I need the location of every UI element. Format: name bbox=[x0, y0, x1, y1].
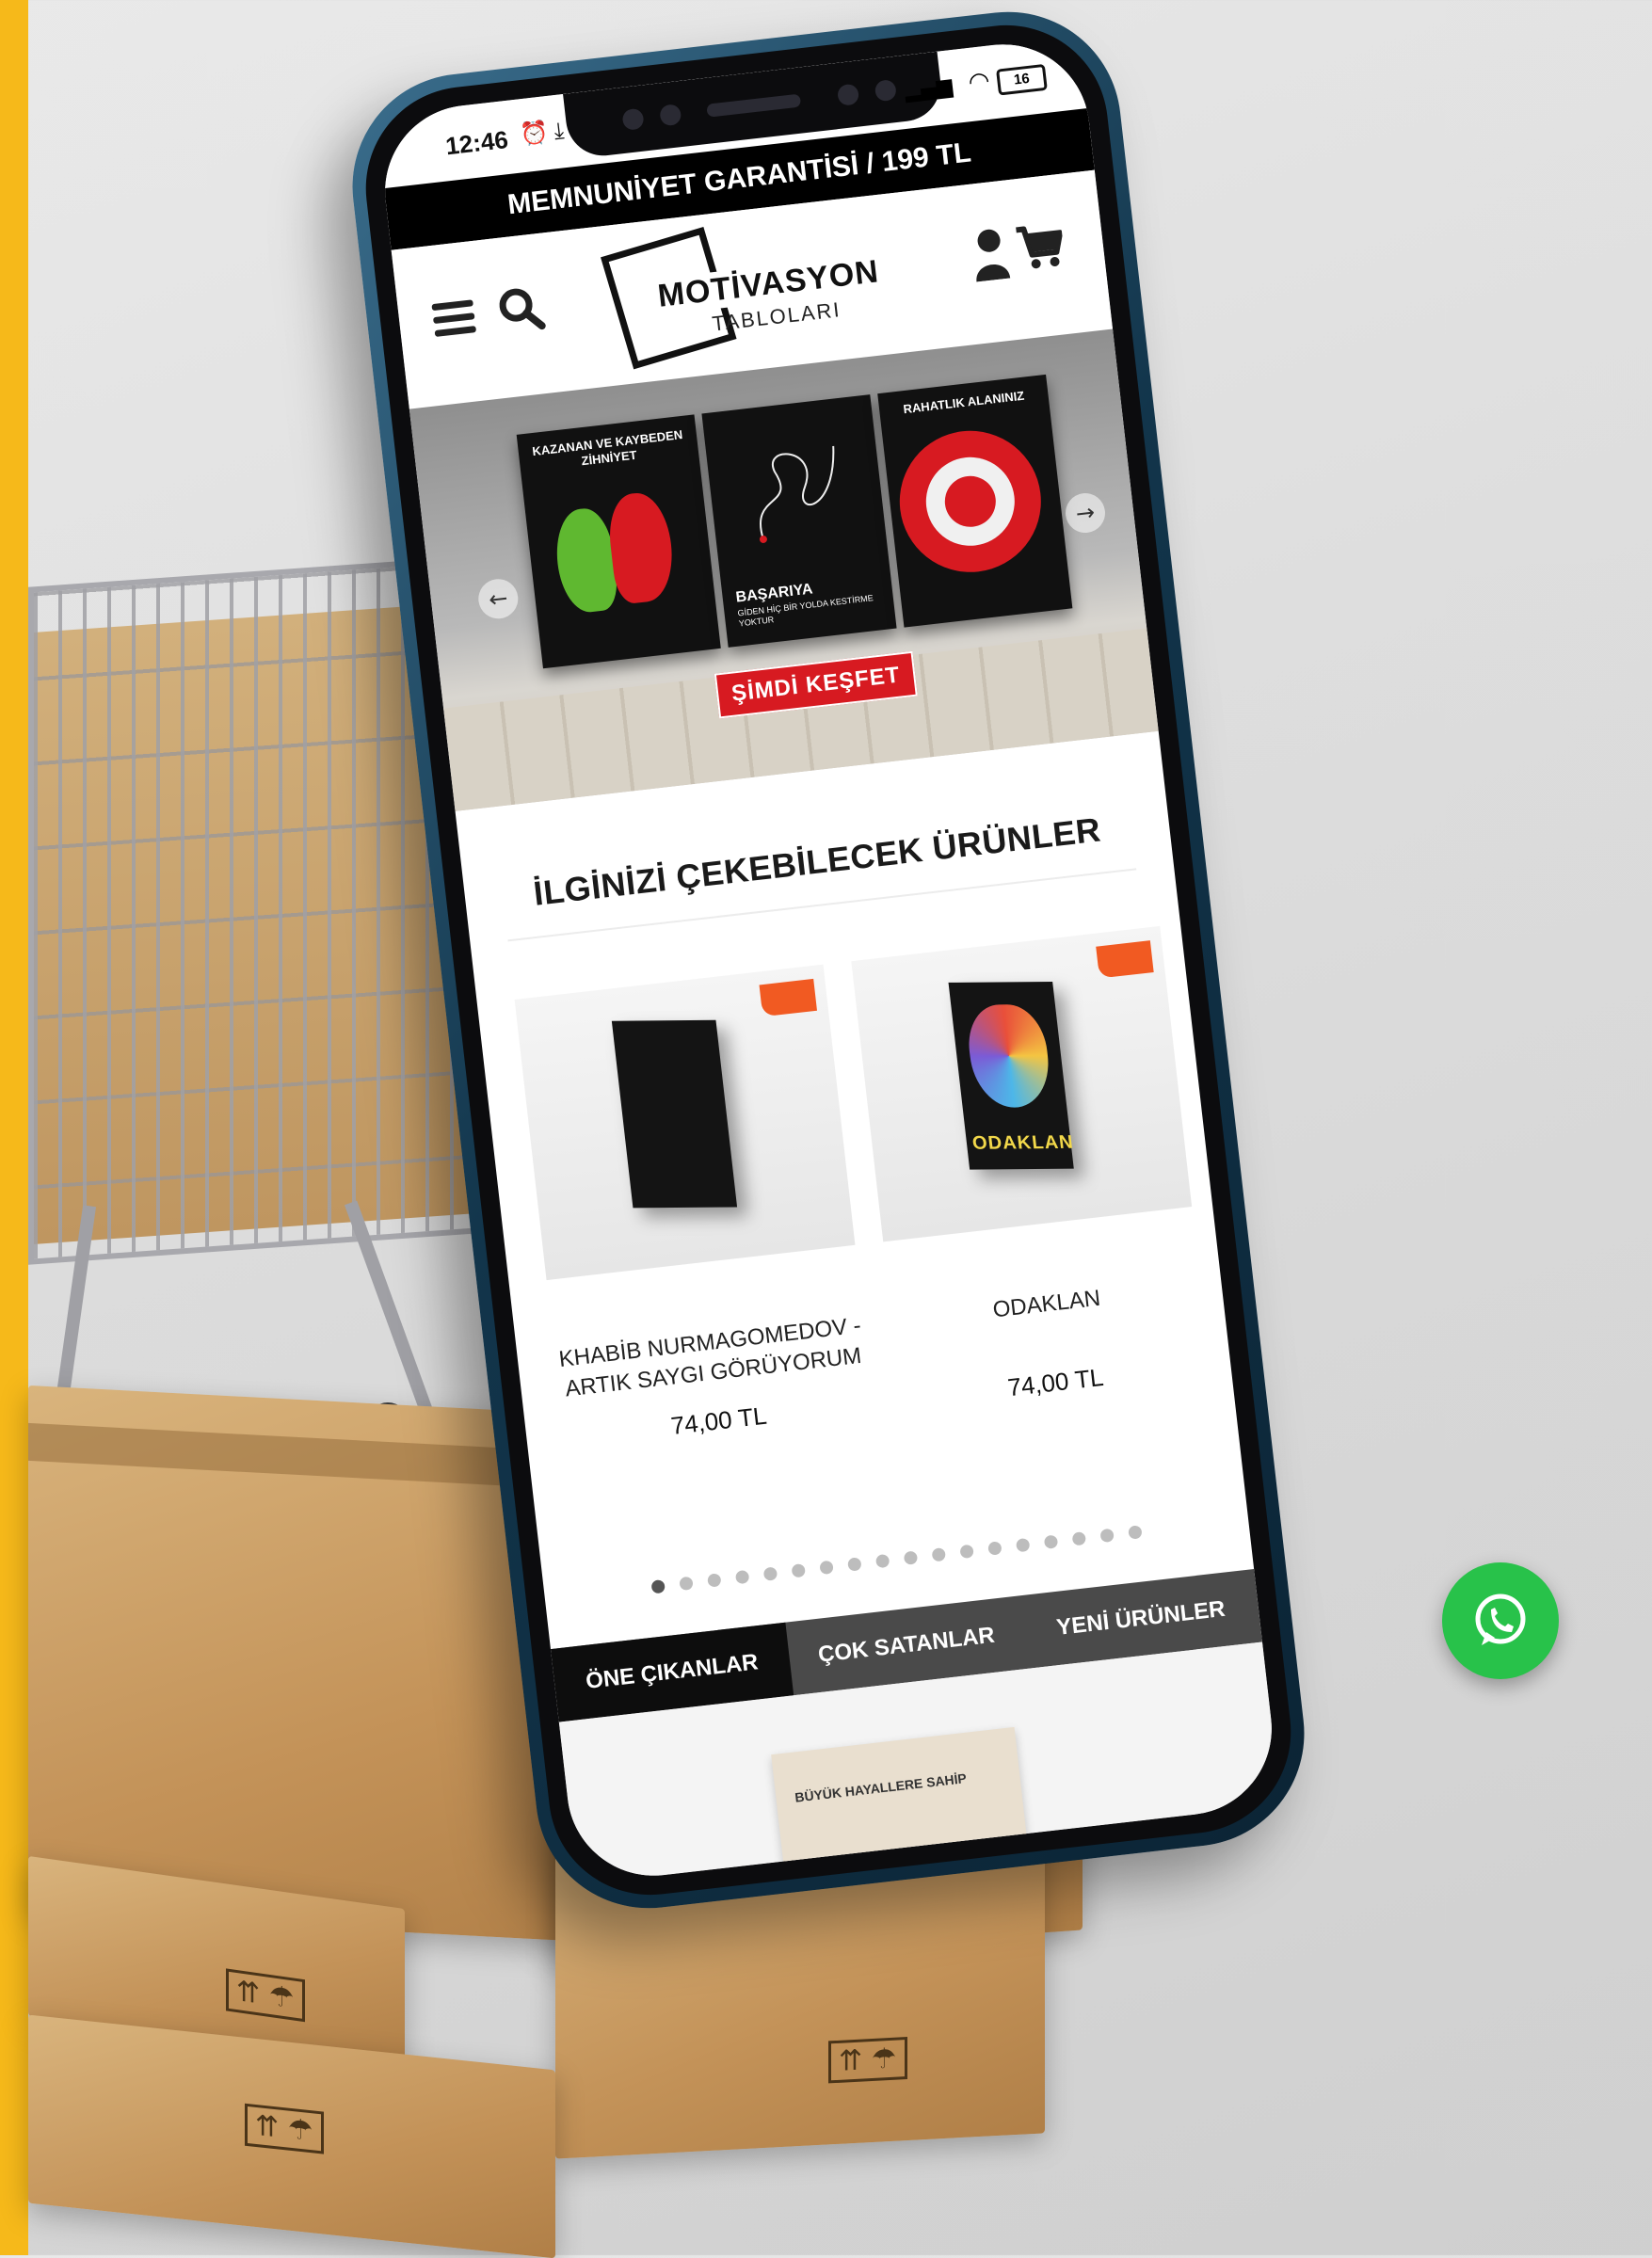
carousel-dot[interactable] bbox=[903, 1550, 919, 1565]
hero-poster: KAZANAN VE KAYBEDEN ZİHNİYET bbox=[516, 414, 721, 669]
carousel-dot[interactable] bbox=[1128, 1525, 1143, 1540]
product-art-text: ODAKLAN bbox=[970, 1131, 1075, 1154]
product-canvas: ODAKLAN bbox=[948, 981, 1075, 1170]
carousel-dot[interactable] bbox=[874, 1553, 890, 1569]
hero-slider[interactable]: KAZANAN VE KAYBEDEN ZİHNİYET BAŞARIYA Gİ… bbox=[409, 328, 1159, 811]
product-card[interactable]: KHABİB NURMAGOMEDOV - ARTIK SAYGI GÖRÜYO… bbox=[514, 964, 875, 1453]
battery-icon: 16 bbox=[996, 63, 1048, 96]
carousel-dot[interactable] bbox=[650, 1578, 666, 1594]
alarm-icon: ⏰ bbox=[519, 119, 550, 149]
shopping-cart-icon[interactable] bbox=[1014, 219, 1067, 273]
carousel-dot[interactable] bbox=[1015, 1537, 1031, 1553]
this-way-up-icon: ⇈ ☂ bbox=[226, 1968, 305, 2023]
carousel-dot[interactable] bbox=[762, 1566, 778, 1581]
site-logo[interactable]: MOTİVASYON TABLOLARI bbox=[601, 218, 887, 370]
carousel-dot[interactable] bbox=[734, 1569, 750, 1585]
signal-icon: ▂▄▆ bbox=[903, 74, 954, 104]
product-name[interactable]: KHABİB NURMAGOMEDOV - ARTIK SAYGI GÖRÜYO… bbox=[553, 1310, 869, 1405]
carousel-dot[interactable] bbox=[931, 1547, 947, 1562]
cardboard-box: ⇈ ☂ bbox=[28, 2014, 555, 2258]
carousel-dot[interactable] bbox=[959, 1544, 974, 1560]
carousel-dot[interactable] bbox=[819, 1560, 834, 1576]
carousel-dot[interactable] bbox=[679, 1576, 694, 1592]
user-icon[interactable] bbox=[969, 226, 1012, 282]
hero-next-arrow[interactable]: → bbox=[1063, 490, 1108, 536]
this-way-up-icon: ⇈ ☂ bbox=[245, 2103, 324, 2154]
product-badge bbox=[1096, 940, 1154, 979]
hero-poster: BAŞARIYA GİDEN HİÇ BİR YOLDA KESTİRME YO… bbox=[701, 394, 897, 648]
product-image[interactable] bbox=[514, 964, 856, 1281]
product-name[interactable]: ODAKLAN bbox=[890, 1273, 1206, 1368]
whatsapp-button[interactable] bbox=[1442, 1562, 1559, 1679]
carousel-dot[interactable] bbox=[791, 1563, 806, 1578]
lion-artwork bbox=[964, 1003, 1054, 1108]
status-time: 12:46 bbox=[443, 125, 510, 161]
this-way-up-icon: ⇈ ☂ bbox=[828, 2037, 907, 2084]
product-canvas bbox=[611, 1019, 738, 1209]
carousel-dot[interactable] bbox=[1099, 1528, 1115, 1544]
download-icon: ⤓ bbox=[552, 117, 566, 145]
product-badge bbox=[759, 978, 818, 1017]
whatsapp-icon bbox=[1475, 1593, 1526, 1645]
carousel-dot[interactable] bbox=[987, 1541, 1002, 1556]
carousel-dot[interactable] bbox=[1043, 1534, 1059, 1549]
hamburger-menu-icon[interactable] bbox=[431, 299, 477, 338]
carousel-dot[interactable] bbox=[1071, 1531, 1087, 1546]
hero-poster: RAHATLIK ALANINIZ bbox=[877, 374, 1073, 628]
hero-prev-arrow[interactable]: ← bbox=[476, 576, 521, 621]
carousel-dot[interactable] bbox=[707, 1573, 722, 1588]
wifi-icon: ◠ bbox=[967, 66, 992, 98]
product-image[interactable]: ODAKLAN bbox=[851, 925, 1193, 1242]
search-icon[interactable] bbox=[494, 282, 549, 337]
carousel-dot[interactable] bbox=[847, 1557, 862, 1572]
product-thumbnail-text: BÜYÜK HAYALLERE SAHİP bbox=[794, 1770, 968, 1805]
yellow-side-bar bbox=[0, 0, 28, 2255]
product-card[interactable]: ODAKLAN ODAKLAN 74,00 TL bbox=[851, 925, 1211, 1415]
